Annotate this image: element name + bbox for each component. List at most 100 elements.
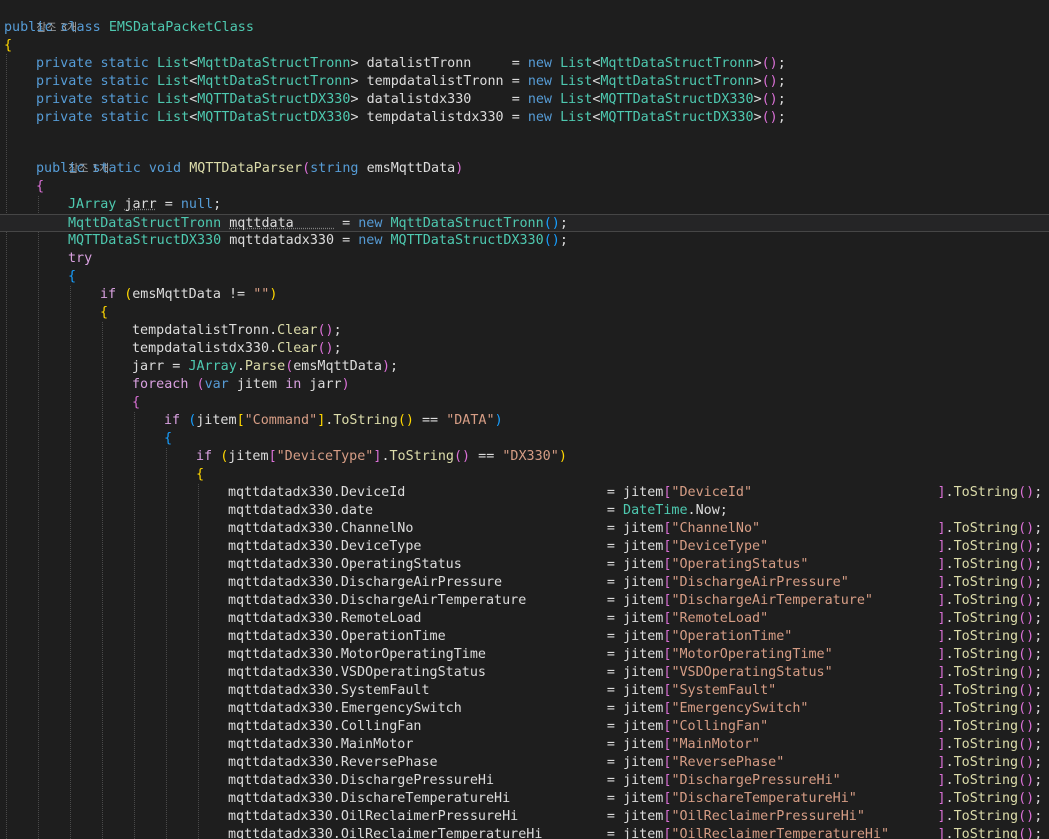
variable-jitem: jitem (623, 683, 664, 698)
code-line-assignment: mqttdatadx330.VSDOperatingStatus = jitem… (228, 665, 1043, 680)
string-literal: "DATA" (446, 413, 495, 428)
method-call: ToString (953, 647, 1019, 662)
keyword-in: in (285, 377, 302, 392)
string-literal: "EmergencySwitch" (671, 701, 809, 716)
type-name: List (156, 74, 190, 89)
code-editor[interactable]: 참조 3개 public class EMSDataPacketClass { … (0, 0, 1049, 839)
method-call: ToString (953, 539, 1019, 554)
paren: () (1018, 719, 1035, 734)
variable-jitem: jitem (623, 647, 664, 662)
variable-mqttdatadx330: mqttdatadx330. (228, 665, 341, 680)
field-modifiers: private static (36, 110, 149, 125)
method-call: ToString (953, 773, 1019, 788)
variable-emsmqttdata: emsMqttData (293, 359, 382, 374)
variable-jitem: jitem (228, 449, 269, 464)
code-line-method-open-brace: { (36, 178, 44, 196)
class-name: EMSDataPacketClass (108, 20, 254, 35)
string-literal: "DischargePressureHi" (671, 773, 841, 788)
brace: { (68, 269, 77, 284)
brace: { (196, 467, 205, 482)
method-call: ToString (953, 683, 1019, 698)
string-literal: "VSDOperatingStatus" (671, 665, 833, 680)
indent-guide (6, 54, 7, 839)
code-line-current-mqttdata[interactable]: MqttDataStructTronn mqttdata = new MqttD… (0, 214, 1049, 232)
bracket: ] (937, 665, 946, 680)
field-name: tempdatalistdx330 (366, 110, 512, 125)
code-line-class-open-brace: { (4, 37, 12, 55)
method-call: ToString (953, 737, 1019, 752)
property-name: DischargePressureHi (340, 773, 495, 788)
code-line-foreach-open-brace: { (132, 394, 140, 412)
paren: () (1018, 737, 1035, 752)
keyword-foreach: foreach (132, 377, 189, 392)
code-line-if-devicetype-open-brace: { (196, 466, 204, 484)
param-name: emsMqttData (366, 161, 456, 176)
string-literal: "DeviceType" (671, 539, 769, 554)
method-call: Parse (244, 359, 286, 374)
variable-mqttdatadx330: mqttdatadx330. (228, 611, 341, 626)
variable-mqttdatadx330: mqttdatadx330. (228, 791, 341, 806)
variable-jitem: jitem (623, 557, 664, 572)
variable-mqttdatadx330: mqttdatadx330. (228, 557, 341, 572)
property-name: OilReclaimerPressureHi (340, 809, 519, 824)
property-name: MotorOperatingTime (340, 647, 486, 662)
bracket: ] (937, 737, 946, 752)
variable-jitem: jitem (623, 809, 664, 824)
paren: ) (341, 377, 350, 392)
string-literal: "DX330" (502, 449, 559, 464)
property-name: DeviceId (340, 485, 406, 500)
field-modifiers: private static (36, 74, 149, 89)
variable-mqttdatadx330: mqttdatadx330. (228, 521, 341, 536)
code-line-field-declaration: private static List<MQTTDataStructDX330>… (36, 110, 786, 125)
type-name: DateTime (623, 503, 688, 518)
keyword-public: public (4, 20, 53, 35)
codelens-method-references[interactable]: 참조 1개 (36, 142, 109, 175)
keyword-null: null (180, 197, 214, 212)
variable-jitem: jitem (623, 755, 664, 770)
method-call: ToString (953, 575, 1019, 590)
string-literal: "DeviceType" (276, 449, 374, 464)
indent-guide (38, 196, 39, 839)
indent-guide (166, 448, 167, 839)
variable-jitem: jitem (623, 773, 664, 788)
variable-jarr: jarr (132, 359, 165, 374)
code-line-try: try (68, 250, 92, 268)
code-line-field-declaration: private static List<MqttDataStructTronn>… (36, 74, 786, 89)
keyword-new: new (358, 216, 383, 231)
paren: ) (381, 359, 390, 374)
bracket: ] (937, 647, 946, 662)
paren: () (1018, 647, 1035, 662)
paren: () (1018, 809, 1035, 824)
field-name: datalistdx330 (366, 92, 512, 107)
paren: () (317, 323, 334, 338)
paren: () (761, 110, 778, 125)
code-line-assignment: mqttdatadx330.ReversePhase = jitem["Reve… (228, 755, 1043, 770)
variable-mqttdatadx330: mqttdatadx330. (228, 503, 341, 518)
string-literal: "Command" (244, 413, 318, 428)
variable-jitem: jitem (623, 719, 664, 734)
keyword-new: new (527, 74, 552, 89)
string-literal: "OperatingStatus" (671, 557, 809, 572)
property-name: VSDOperatingStatus (340, 665, 486, 680)
variable-jitem: jitem (623, 539, 664, 554)
code-line-assignment: mqttdatadx330.ChannelNo = jitem["Channel… (228, 521, 1043, 536)
property-name: DischareTemperatureHi (340, 791, 511, 806)
brace: { (132, 395, 141, 410)
string-literal: "ReversePhase" (671, 755, 785, 770)
bracket: ] (317, 413, 326, 428)
paren: () (1018, 629, 1035, 644)
variable-tempdatalistdx330: tempdatalistdx330 (132, 341, 270, 356)
type-name: MQTTDataStructDX330 (197, 92, 351, 107)
variable-jitem: jitem (623, 611, 664, 626)
method-call: ToString (953, 701, 1019, 716)
code-line-assignment: mqttdatadx330.CollingFan = jitem["Collin… (228, 719, 1043, 734)
property-name: DischargeAirPressure (340, 575, 503, 590)
variable-jitem: jitem (623, 791, 664, 806)
codelens-class-references[interactable]: 참조 3개 (4, 1, 77, 34)
variable-jitem: jitem (196, 413, 237, 428)
paren: () (761, 92, 778, 107)
property-name: DeviceType (340, 539, 422, 554)
property-name: OilReclaimerTemperatureHi (340, 827, 543, 839)
bracket: ] (937, 629, 946, 644)
variable-jitem: jitem (623, 575, 664, 590)
